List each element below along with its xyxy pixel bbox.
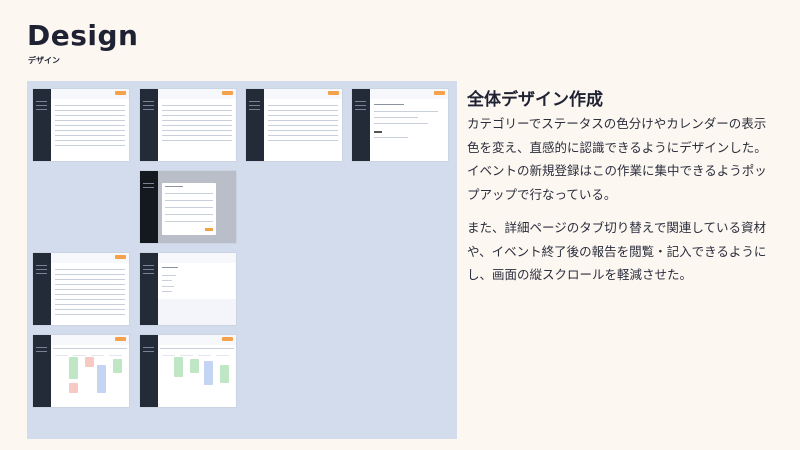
- screen-thumbnail-modal: [140, 171, 236, 243]
- description-paragraph-1: カテゴリーでステータスの色分けやカレンダーの表示色を変え、直感的に認識できるよう…: [467, 116, 767, 202]
- screen-thumbnail-list-2: [140, 89, 236, 161]
- screen-thumbnail-calendar-2: [140, 335, 236, 407]
- page-title: Design: [27, 19, 139, 52]
- screen-thumbnail-detail-2: [140, 253, 236, 325]
- screenshot-board: [27, 81, 457, 439]
- page-subtitle: デザイン: [28, 56, 60, 65]
- screen-thumbnail-calendar-1: [33, 335, 129, 407]
- screen-thumbnail-list-3: [246, 89, 342, 161]
- description-paragraph-2: また、詳細ページのタブ切り替えで関連している資材や、イベント終了後の報告を閲覧・…: [467, 220, 767, 282]
- screen-thumbnail-detail-1: [352, 89, 448, 161]
- screen-thumbnail-list-4: [33, 253, 129, 325]
- screen-thumbnail-list-1: [33, 89, 129, 161]
- section-heading: 全体デザイン作成: [467, 90, 603, 110]
